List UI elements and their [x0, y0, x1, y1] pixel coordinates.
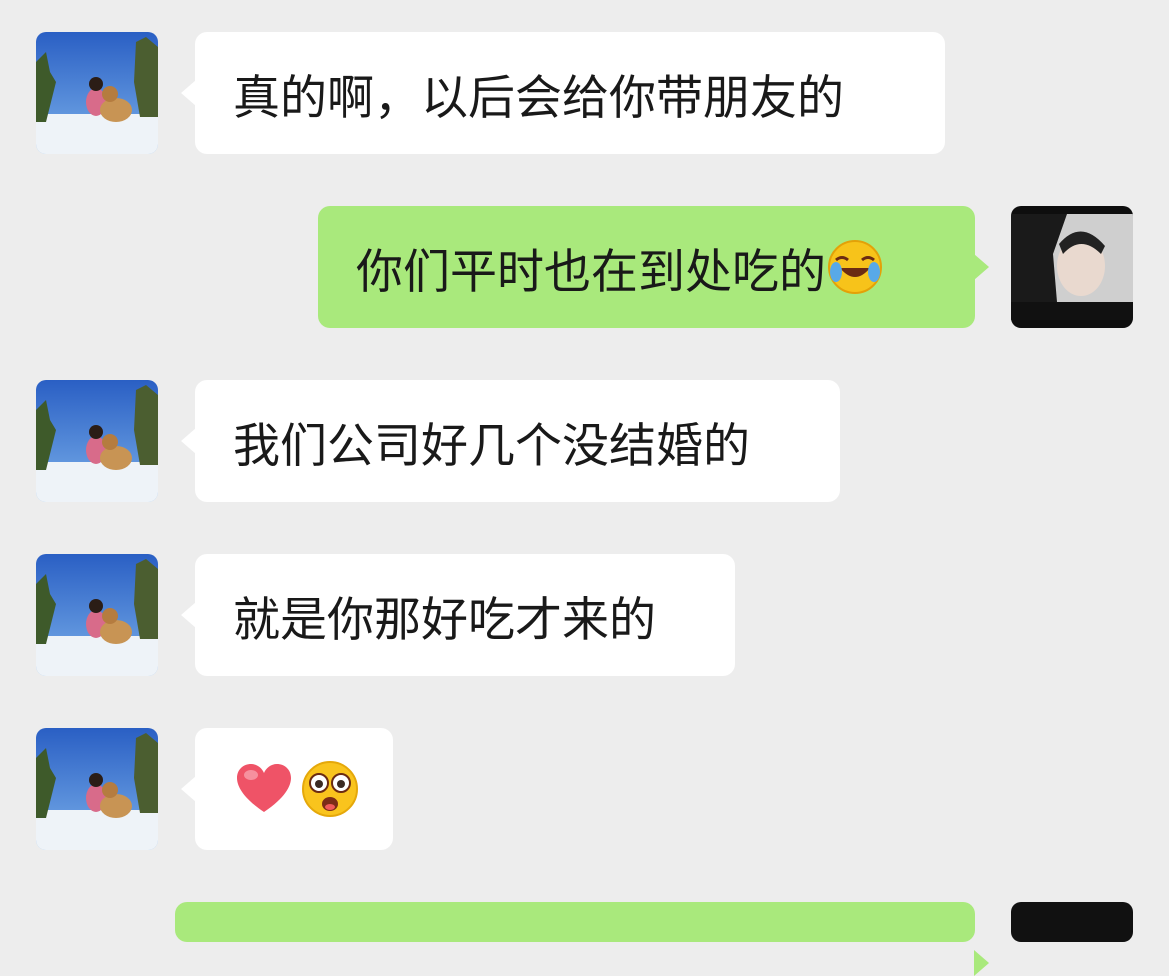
contact-avatar[interactable] — [36, 728, 158, 850]
message-text: 就是你那好吃才来的 — [233, 592, 656, 648]
chat-area: 真的啊，以后会给你带朋友的 你们平时也在到处吃的 我们公司好几个没结婚的 就是你… — [0, 0, 1169, 976]
contact-avatar[interactable] — [36, 32, 158, 154]
message-bubble[interactable] — [181, 728, 393, 850]
message-bubble[interactable]: 真的啊，以后会给你带朋友的 — [181, 32, 945, 154]
message-bubble[interactable] — [175, 902, 989, 976]
contact-avatar[interactable] — [36, 380, 158, 502]
red-heart-icon — [233, 758, 295, 820]
user-avatar[interactable] — [1011, 902, 1133, 942]
contact-avatar[interactable] — [36, 554, 158, 676]
user-avatar[interactable] — [1011, 206, 1133, 328]
message-bubble[interactable]: 我们公司好几个没结婚的 — [181, 380, 840, 502]
message-bubble[interactable]: 就是你那好吃才来的 — [181, 554, 735, 676]
laughing-crying-face-icon — [826, 238, 884, 296]
message-text: 我们公司好几个没结婚的 — [233, 418, 750, 474]
message-text: 你们平时也在到处吃的 — [356, 244, 826, 300]
message-text: 真的啊，以后会给你带朋友的 — [233, 70, 844, 126]
starstruck-face-icon — [299, 758, 361, 820]
message-bubble[interactable]: 你们平时也在到处吃的 — [318, 206, 989, 328]
